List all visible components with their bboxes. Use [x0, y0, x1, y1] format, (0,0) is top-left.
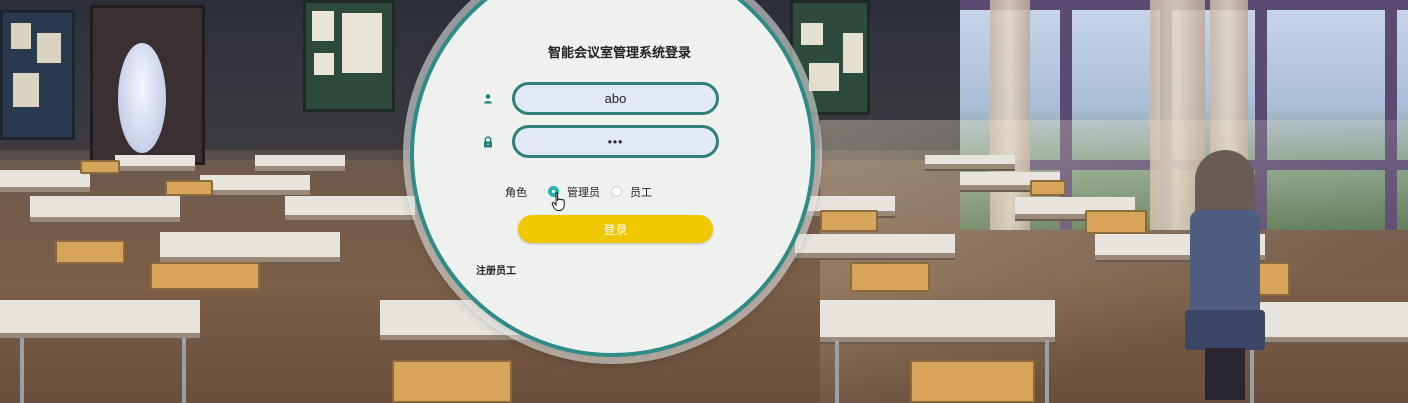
lock-icon [481, 134, 495, 148]
hand-pointer-icon [551, 192, 567, 212]
chair [1085, 210, 1147, 234]
desk [30, 196, 180, 222]
chair [150, 262, 260, 290]
desk [115, 155, 195, 171]
bulletin-board-left [0, 10, 75, 140]
chair [392, 360, 512, 403]
chair [910, 360, 1035, 403]
role-label: 角色 [505, 186, 527, 199]
desk [0, 170, 90, 192]
desk-leg [1045, 340, 1049, 403]
chair [55, 240, 125, 264]
desk [0, 300, 200, 338]
chair [165, 180, 213, 196]
desk-leg [835, 340, 839, 403]
desk [795, 234, 955, 258]
door-window [118, 43, 166, 153]
notice-board [303, 0, 395, 112]
login-title: 智能会议室管理系统登录 [548, 46, 692, 61]
chair [80, 160, 120, 174]
chair [850, 262, 930, 292]
role-option-label[interactable]: 管理员 [567, 184, 600, 200]
register-employee-link[interactable]: 注册员工 [476, 262, 516, 277]
password-input[interactable] [512, 125, 719, 158]
desk-leg [182, 338, 186, 403]
role-radio-staff[interactable] [611, 186, 622, 197]
desk [255, 155, 345, 171]
desk [200, 175, 310, 195]
desk [925, 155, 1015, 169]
user-icon [481, 91, 495, 105]
chair [820, 210, 878, 232]
desk [285, 196, 415, 220]
student-figure [1180, 150, 1270, 400]
desk-leg [20, 338, 24, 403]
desk [820, 300, 1055, 342]
classroom-door [90, 5, 205, 165]
desk [160, 232, 340, 262]
role-option-label[interactable]: 员工 [630, 184, 652, 200]
username-input[interactable] [512, 82, 719, 115]
login-button[interactable]: 登录 [518, 215, 713, 243]
chair [1030, 180, 1066, 196]
